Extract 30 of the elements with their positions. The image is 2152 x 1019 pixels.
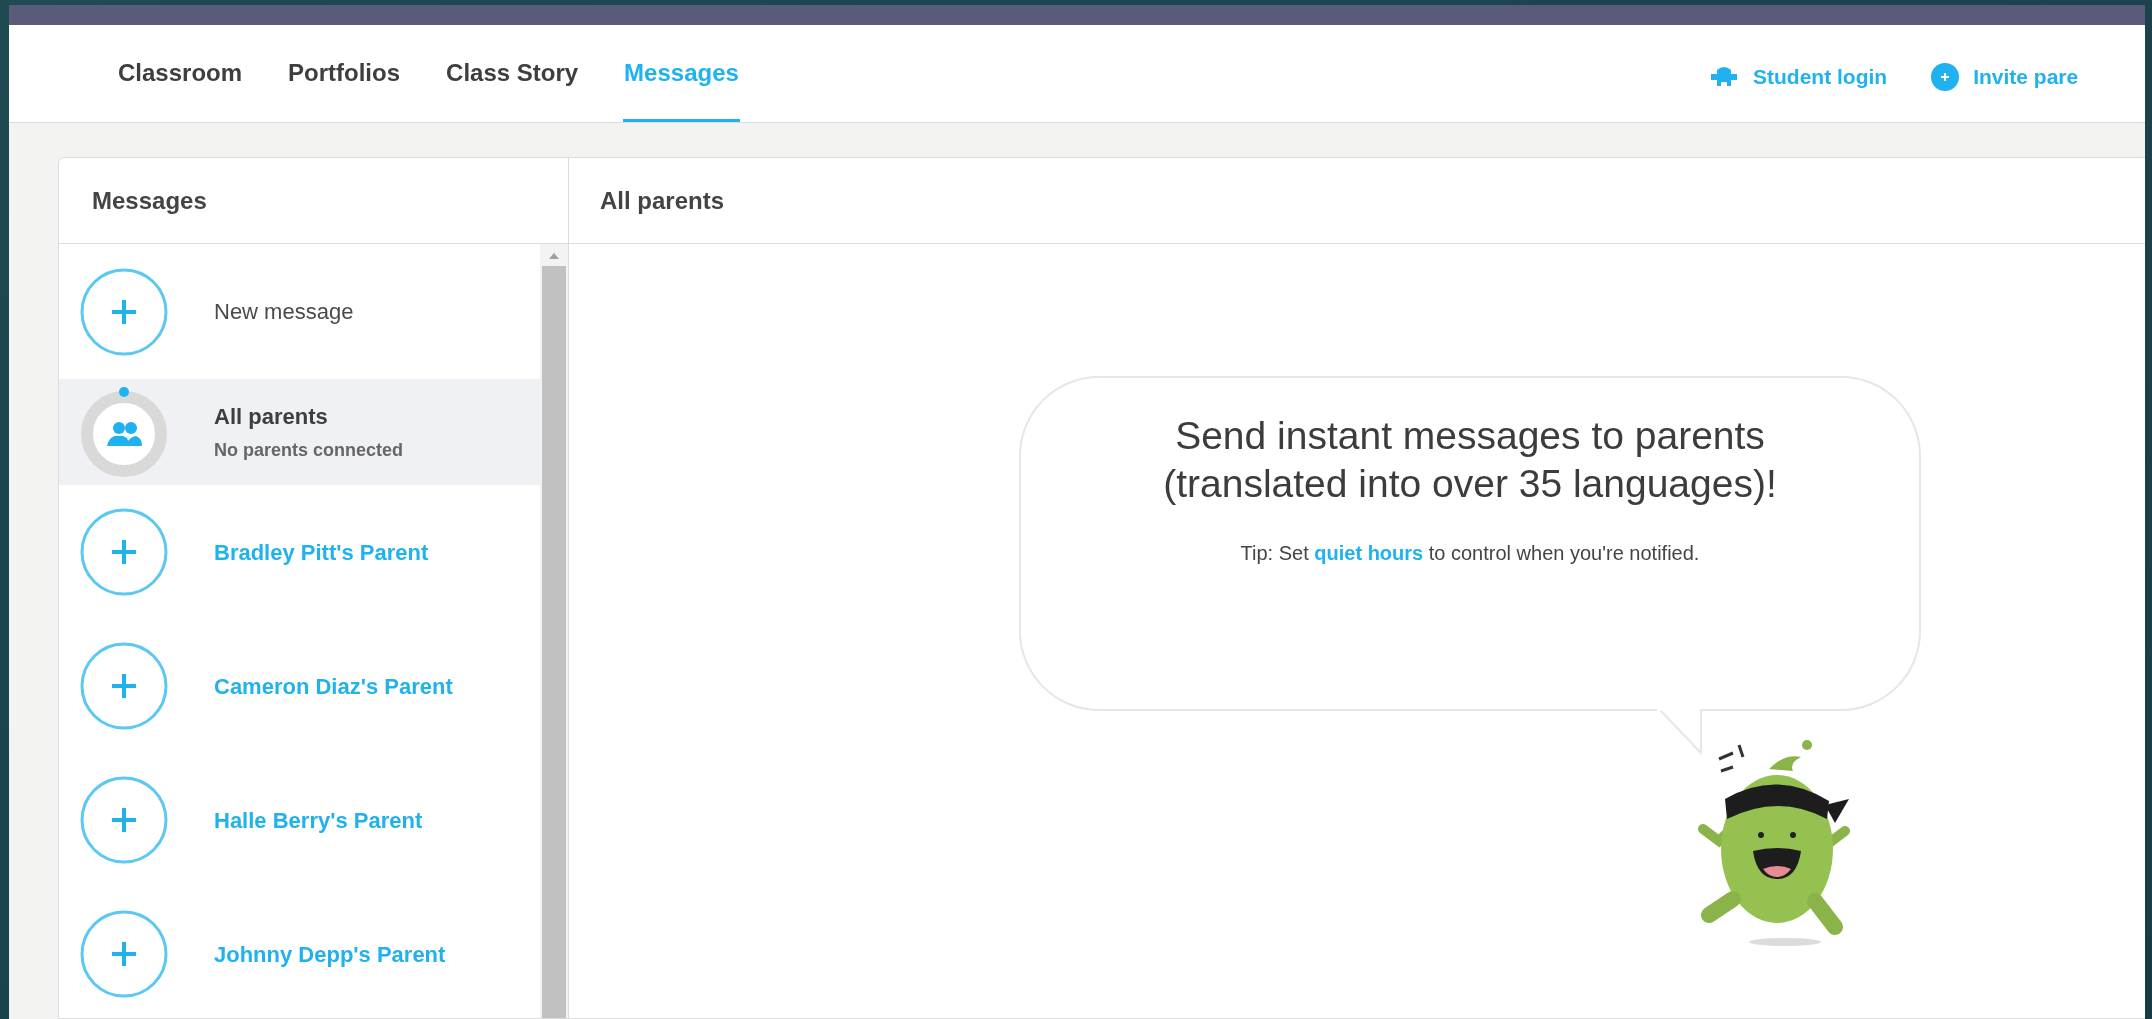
parents-group-icon [80, 386, 168, 478]
scrollbar[interactable] [540, 244, 568, 1018]
plus-circle-icon [80, 910, 168, 998]
conversation-name: Bradley Pitt's Parent [214, 538, 429, 567]
conversation-name: Johnny Depp's Parent [214, 940, 446, 969]
student-login-link[interactable]: Student login [1709, 61, 1888, 93]
tip-text: Tip: Set quiet hours to control when you're notified. [1240, 541, 1700, 566]
nav-tab[interactable]: Class Story [445, 53, 580, 122]
conversation-name: Halle Berry's Parent [214, 806, 423, 835]
plus-circle-icon [1931, 62, 1960, 91]
conversation-name: All parents [214, 403, 329, 431]
nav-tab[interactable]: Messages [623, 53, 740, 122]
invite-link[interactable]: Invite pare [1931, 61, 2079, 93]
quiet-hours-link[interactable]: quiet hours [1314, 542, 1424, 564]
plus-circle-icon [80, 267, 168, 356]
plus-circle-icon [80, 508, 168, 596]
plus-circle-icon [80, 776, 168, 864]
scrollbar-thumb[interactable] [542, 266, 566, 1018]
plus-circle-icon [80, 642, 168, 730]
conversation-status: No parents connected [214, 439, 404, 462]
bubble-headline: Send instant messages to parents (translated into over 35 languages)! [1162, 413, 1778, 507]
nav-tab[interactable]: Portfolios [287, 53, 402, 122]
conversation-name: Cameron Diaz's Parent [214, 672, 453, 701]
monster-icon [1709, 65, 1739, 88]
conversation-name: New message [214, 298, 354, 326]
conversation-item[interactable]: All parents No parents connected [59, 379, 540, 485]
scroll-up-icon[interactable] [548, 252, 560, 260]
conversation-title: All parents [600, 185, 725, 216]
panel-title: Messages [92, 185, 207, 216]
nav-tab[interactable]: Classroom [117, 53, 244, 122]
